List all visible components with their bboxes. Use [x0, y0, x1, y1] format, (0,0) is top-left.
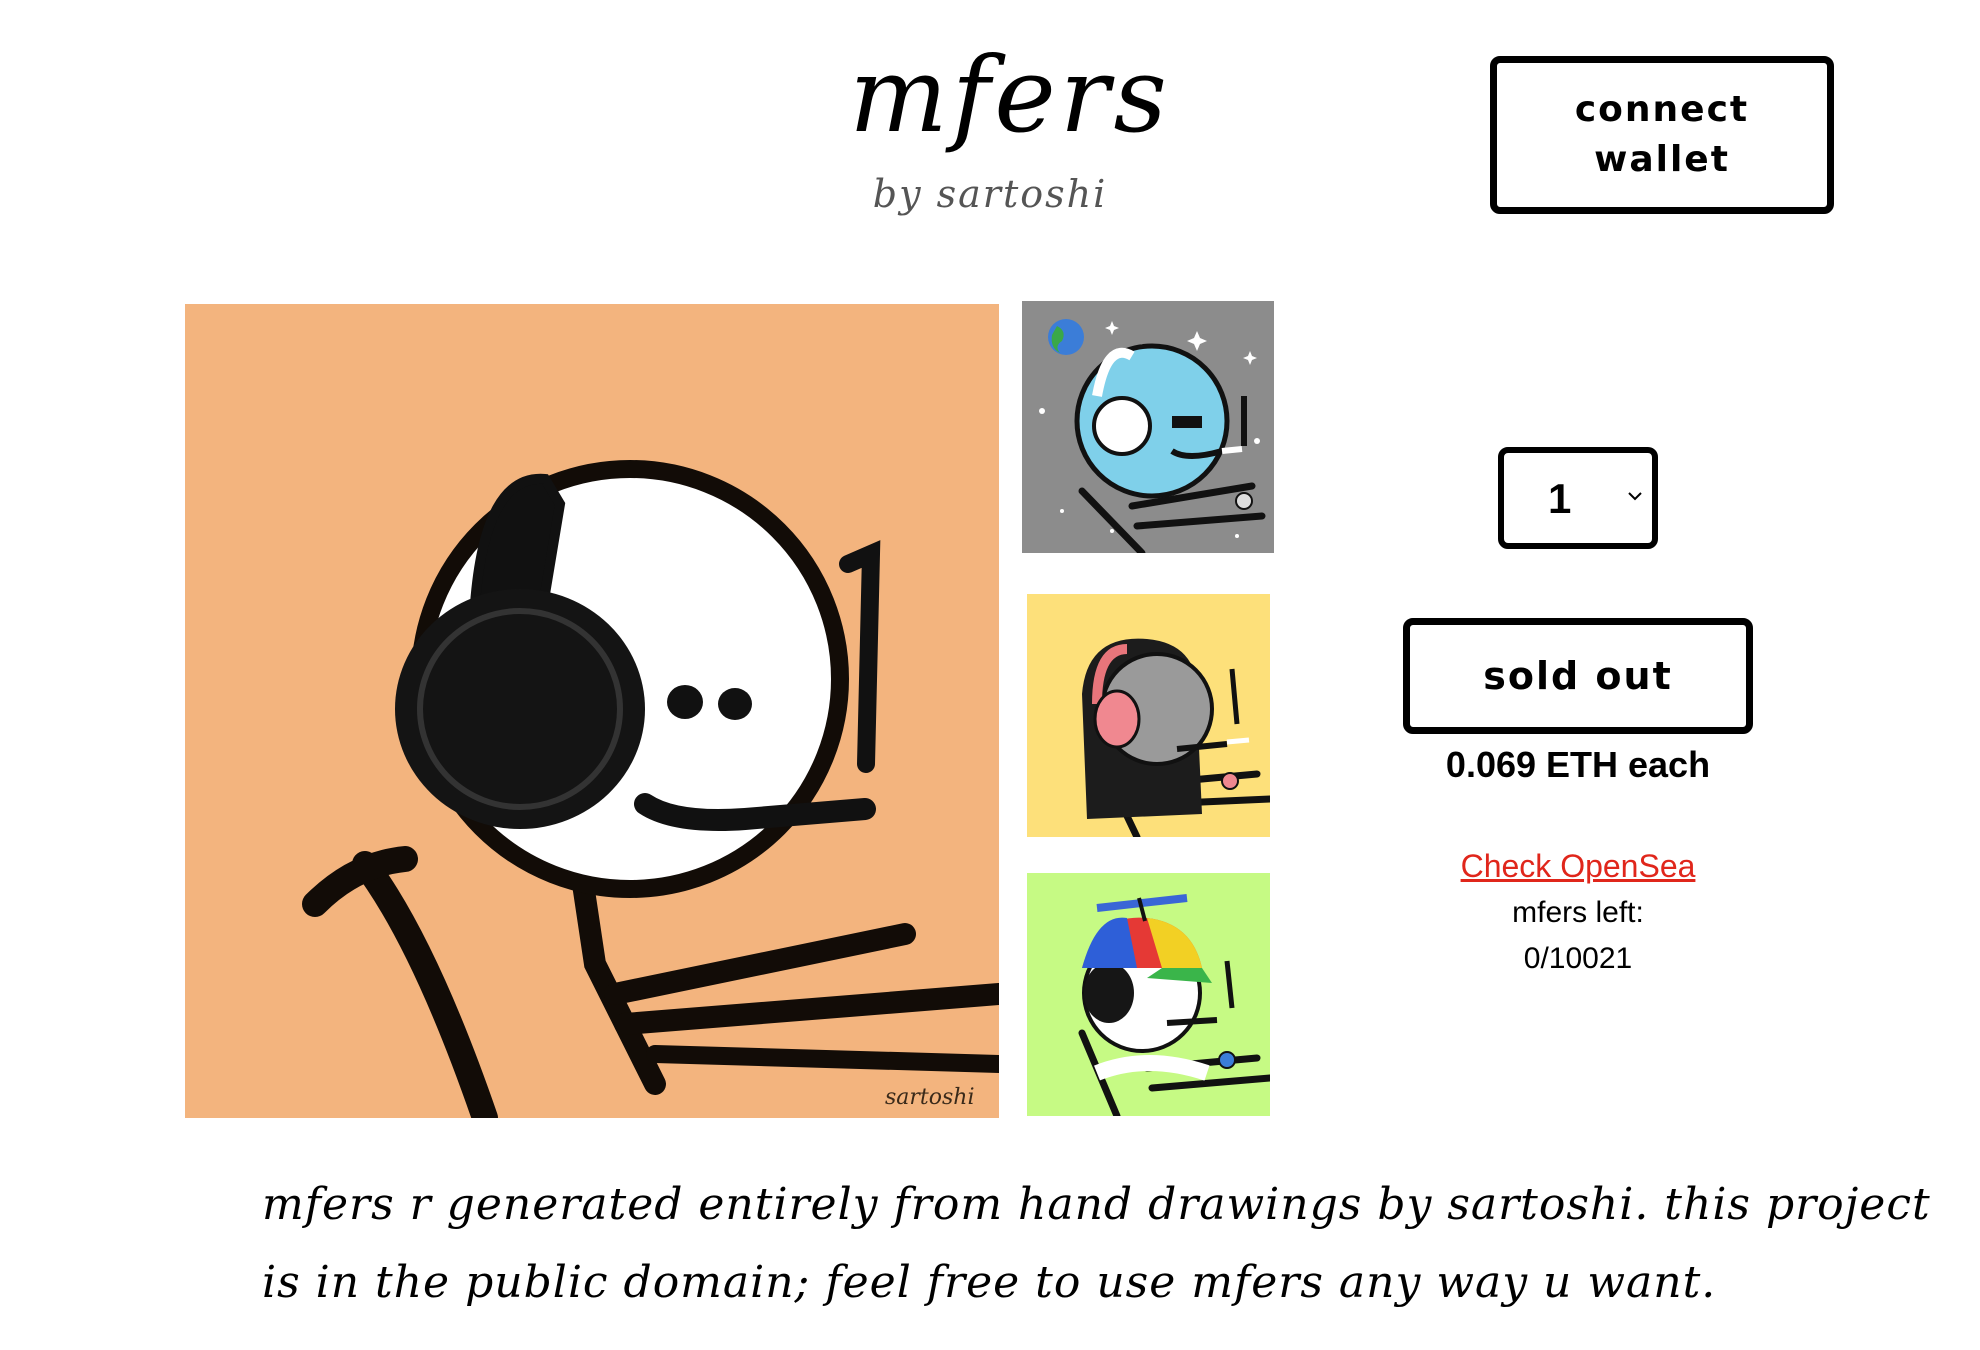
mfer-thumbnail-space: [1022, 301, 1274, 553]
check-opensea-link[interactable]: Check OpenSea: [1400, 848, 1756, 885]
connect-wallet-button[interactable]: connect wallet: [1490, 56, 1834, 214]
connect-wallet-label: connect wallet: [1574, 89, 1750, 180]
description-line-2: is in the public domain; feel free to us…: [262, 1257, 1717, 1308]
chevron-down-icon: [1628, 492, 1642, 501]
sold-out-button[interactable]: sold out: [1403, 618, 1753, 734]
mfer-eye-right: [718, 688, 752, 720]
quantity-select[interactable]: 1: [1498, 447, 1658, 549]
mfer-arm-mid: [646, 1045, 999, 1073]
description-line-1: mfers r generated entirely from hand dra…: [262, 1179, 1931, 1230]
artist-signature: sartoshi: [885, 1085, 975, 1110]
mfer-thumbnail-hoodie: [1027, 594, 1270, 837]
mfers-left-label: mfers left:: [1512, 896, 1644, 929]
page-subtitle: by sartoshi: [872, 172, 1108, 216]
price-text: 0.069 ETH each: [1445, 744, 1711, 785]
mfer-main-artwork: sartoshi: [185, 304, 999, 1118]
mfer-thumbnail-propeller: [1027, 873, 1270, 1116]
page-title: mfers: [849, 34, 1171, 156]
mfer-eye-left: [667, 685, 703, 719]
project-description: mfers r generated entirely from hand dra…: [262, 1166, 1931, 1322]
mfers-left-count: 0/10021: [1523, 942, 1633, 975]
quantity-value: 1: [1548, 475, 1572, 522]
headphone-earcup: [395, 589, 645, 829]
